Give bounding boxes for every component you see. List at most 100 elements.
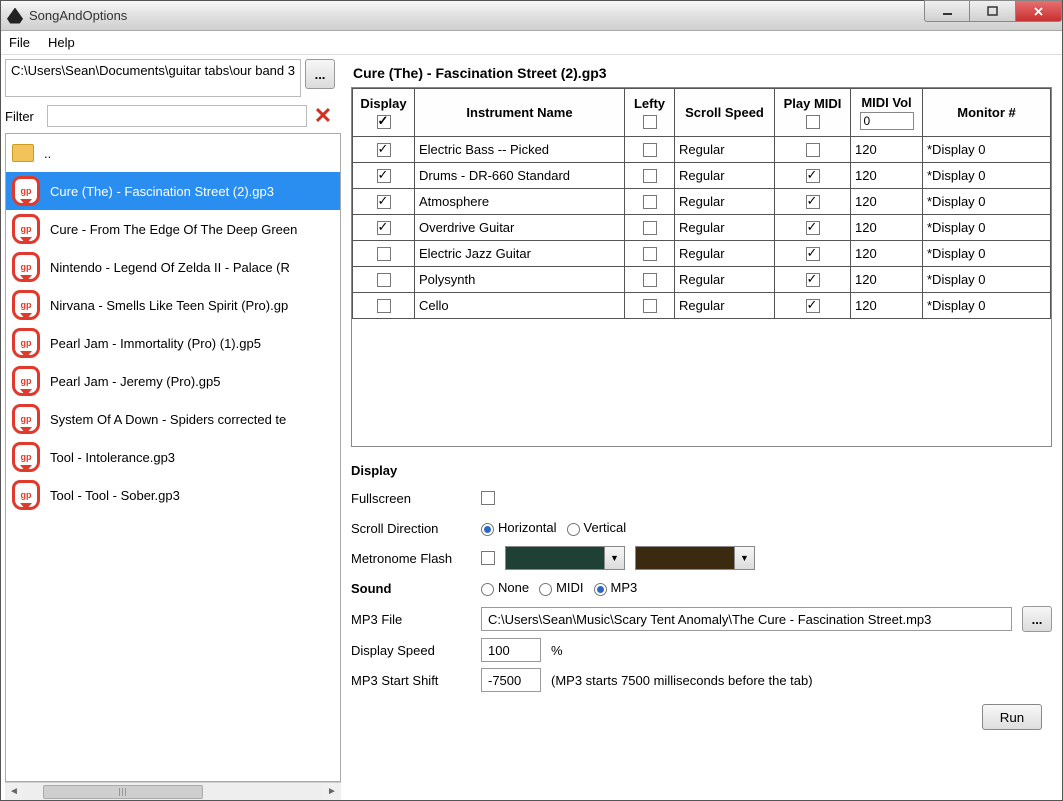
file-row[interactable]: gpTool - Intolerance.gp3 bbox=[6, 438, 340, 476]
row-instrument-name[interactable]: Overdrive Guitar bbox=[415, 215, 625, 241]
main-panel: Cure (The) - Fascination Street (2).gp3 … bbox=[341, 55, 1062, 800]
maximize-button[interactable] bbox=[970, 0, 1016, 22]
row-midi-checkbox[interactable] bbox=[806, 247, 820, 261]
close-button[interactable] bbox=[1016, 0, 1062, 22]
row-midi-vol[interactable]: 120 bbox=[851, 163, 923, 189]
mp3-shift-label: MP3 Start Shift bbox=[351, 673, 471, 688]
row-monitor[interactable]: *Display 0 bbox=[923, 189, 1051, 215]
header-display-checkbox[interactable] bbox=[377, 115, 391, 129]
metronome-color1[interactable]: ▼ bbox=[505, 546, 625, 570]
file-row[interactable]: gpNintendo - Legend Of Zelda II - Palace… bbox=[6, 248, 340, 286]
row-instrument-name[interactable]: Atmosphere bbox=[415, 189, 625, 215]
sound-none-radio[interactable] bbox=[481, 583, 494, 596]
row-monitor[interactable]: *Display 0 bbox=[923, 267, 1051, 293]
filter-input[interactable] bbox=[47, 105, 307, 127]
instrument-row: Polysynth Regular 120*Display 0 bbox=[353, 267, 1051, 293]
row-display-checkbox[interactable] bbox=[377, 169, 391, 183]
mp3-shift-input[interactable] bbox=[481, 668, 541, 692]
header-midi-checkbox[interactable] bbox=[806, 115, 820, 129]
row-lefty-checkbox[interactable] bbox=[643, 195, 657, 209]
row-lefty-checkbox[interactable] bbox=[643, 299, 657, 313]
row-lefty-checkbox[interactable] bbox=[643, 247, 657, 261]
row-instrument-name[interactable]: Cello bbox=[415, 293, 625, 319]
row-instrument-name[interactable]: Drums - DR-660 Standard bbox=[415, 163, 625, 189]
file-row[interactable]: gpCure - From The Edge Of The Deep Green bbox=[6, 210, 340, 248]
row-instrument-name[interactable]: Electric Jazz Guitar bbox=[415, 241, 625, 267]
col-display[interactable]: Display bbox=[353, 89, 415, 137]
sound-midi-radio[interactable] bbox=[539, 583, 552, 596]
row-display-checkbox[interactable] bbox=[377, 143, 391, 157]
row-midi-vol[interactable]: 120 bbox=[851, 215, 923, 241]
row-scroll-speed[interactable]: Regular bbox=[675, 293, 775, 319]
row-instrument-name[interactable]: Electric Bass -- Picked bbox=[415, 137, 625, 163]
file-row[interactable]: gpCure (The) - Fascination Street (2).gp… bbox=[6, 172, 340, 210]
file-row[interactable]: gpNirvana - Smells Like Teen Spirit (Pro… bbox=[6, 286, 340, 324]
row-display-checkbox[interactable] bbox=[377, 221, 391, 235]
file-row[interactable]: gpSystem Of A Down - Spiders corrected t… bbox=[6, 400, 340, 438]
row-monitor[interactable]: *Display 0 bbox=[923, 163, 1051, 189]
row-scroll-speed[interactable]: Regular bbox=[675, 189, 775, 215]
file-row[interactable]: gpTool - Tool - Sober.gp3 bbox=[6, 476, 340, 514]
col-monitor[interactable]: Monitor # bbox=[923, 89, 1051, 137]
file-row[interactable]: gpPearl Jam - Jeremy (Pro).gp5 bbox=[6, 362, 340, 400]
row-midi-checkbox[interactable] bbox=[806, 195, 820, 209]
row-display-checkbox[interactable] bbox=[377, 247, 391, 261]
row-display-checkbox[interactable] bbox=[377, 195, 391, 209]
row-midi-vol[interactable]: 120 bbox=[851, 137, 923, 163]
fullscreen-checkbox[interactable] bbox=[481, 491, 495, 505]
row-scroll-speed[interactable]: Regular bbox=[675, 241, 775, 267]
mp3-browse-button[interactable]: ... bbox=[1022, 606, 1052, 632]
row-lefty-checkbox[interactable] bbox=[643, 273, 657, 287]
row-midi-vol[interactable]: 120 bbox=[851, 293, 923, 319]
header-vol-input[interactable] bbox=[860, 112, 914, 130]
col-lefty[interactable]: Lefty bbox=[625, 89, 675, 137]
clear-filter-icon[interactable]: ✕ bbox=[311, 105, 335, 127]
row-instrument-name[interactable]: Polysynth bbox=[415, 267, 625, 293]
row-midi-checkbox[interactable] bbox=[806, 221, 820, 235]
sound-mp3-radio[interactable] bbox=[594, 583, 607, 596]
browse-folder-button[interactable]: ... bbox=[305, 59, 335, 89]
col-instrument[interactable]: Instrument Name bbox=[415, 89, 625, 137]
row-midi-checkbox[interactable] bbox=[806, 143, 820, 157]
row-midi-vol[interactable]: 120 bbox=[851, 189, 923, 215]
row-lefty-checkbox[interactable] bbox=[643, 143, 657, 157]
metronome-checkbox[interactable] bbox=[481, 551, 495, 565]
row-scroll-speed[interactable]: Regular bbox=[675, 137, 775, 163]
row-monitor[interactable]: *Display 0 bbox=[923, 137, 1051, 163]
row-monitor[interactable]: *Display 0 bbox=[923, 293, 1051, 319]
mp3file-input[interactable] bbox=[481, 607, 1012, 631]
run-button[interactable]: Run bbox=[982, 704, 1042, 730]
row-midi-vol[interactable]: 120 bbox=[851, 241, 923, 267]
display-heading: Display bbox=[351, 463, 1052, 478]
row-display-checkbox[interactable] bbox=[377, 299, 391, 313]
sidebar-hscrollbar[interactable]: ◄ ► bbox=[5, 782, 341, 800]
row-scroll-speed[interactable]: Regular bbox=[675, 267, 775, 293]
minimize-button[interactable] bbox=[924, 0, 970, 22]
row-lefty-checkbox[interactable] bbox=[643, 169, 657, 183]
row-midi-vol[interactable]: 120 bbox=[851, 267, 923, 293]
row-scroll-speed[interactable]: Regular bbox=[675, 215, 775, 241]
row-display-checkbox[interactable] bbox=[377, 273, 391, 287]
scroll-vertical-radio[interactable] bbox=[567, 523, 580, 536]
col-vol[interactable]: MIDI Vol bbox=[851, 89, 923, 137]
row-midi-checkbox[interactable] bbox=[806, 169, 820, 183]
folder-path[interactable]: C:\Users\Sean\Documents\guitar tabs\our … bbox=[5, 59, 301, 97]
file-name: Tool - Intolerance.gp3 bbox=[50, 450, 175, 465]
file-up-row[interactable]: .. bbox=[6, 134, 340, 172]
file-row[interactable]: gpPearl Jam - Immortality (Pro) (1).gp5 bbox=[6, 324, 340, 362]
file-list[interactable]: .. gpCure (The) - Fascination Street (2)… bbox=[5, 133, 341, 782]
row-scroll-speed[interactable]: Regular bbox=[675, 163, 775, 189]
metronome-color2[interactable]: ▼ bbox=[635, 546, 755, 570]
menu-file[interactable]: File bbox=[9, 35, 30, 50]
row-lefty-checkbox[interactable] bbox=[643, 221, 657, 235]
row-monitor[interactable]: *Display 0 bbox=[923, 215, 1051, 241]
row-midi-checkbox[interactable] bbox=[806, 299, 820, 313]
header-lefty-checkbox[interactable] bbox=[643, 115, 657, 129]
scroll-horizontal-radio[interactable] bbox=[481, 523, 494, 536]
col-scroll[interactable]: Scroll Speed bbox=[675, 89, 775, 137]
row-monitor[interactable]: *Display 0 bbox=[923, 241, 1051, 267]
col-midi[interactable]: Play MIDI bbox=[775, 89, 851, 137]
row-midi-checkbox[interactable] bbox=[806, 273, 820, 287]
display-speed-input[interactable] bbox=[481, 638, 541, 662]
menu-help[interactable]: Help bbox=[48, 35, 75, 50]
